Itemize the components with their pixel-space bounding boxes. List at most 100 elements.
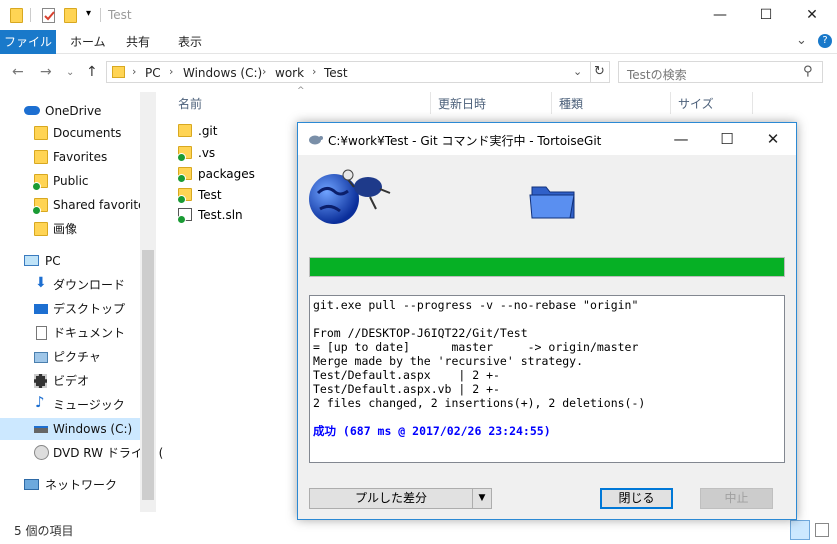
download-icon: ⬇ [35, 275, 47, 291]
nav-scroll-thumb[interactable] [142, 250, 154, 500]
nav-item-label: Public [53, 174, 89, 188]
search-placeholder: Testの検索 [627, 68, 687, 82]
column-divider[interactable] [752, 92, 753, 114]
nav-item-label: Shared favorites [53, 198, 152, 212]
progress-bar-fill [310, 258, 784, 276]
address-bar[interactable]: › PC › Windows (C:) › work › Test ⌄ ↻ [106, 61, 610, 83]
breadcrumb-separator: › [169, 65, 174, 78]
expand-ribbon-icon[interactable]: ⌄ [796, 33, 807, 48]
log-line: git.exe pull --progress -v --no-rebase "… [313, 298, 639, 312]
dialog-titlebar: C:¥work¥Test - Git コマンド実行中 - TortoiseGit… [298, 123, 796, 155]
file-name: Test [198, 188, 222, 202]
back-icon[interactable]: ← [12, 64, 24, 80]
new-folder-icon[interactable] [64, 8, 77, 23]
tab-file[interactable]: ファイル [0, 30, 56, 54]
desktop-icon [34, 304, 48, 314]
minimize-button[interactable]: — [698, 4, 742, 26]
navigation-pane: OneDrive Documents Favorites Public Shar… [0, 92, 163, 512]
git-clean-badge-icon [177, 195, 186, 204]
column-divider[interactable] [551, 92, 552, 114]
refresh-icon[interactable]: ↻ [594, 64, 605, 79]
column-header-size[interactable]: サイズ [678, 95, 714, 112]
dialog-close-button[interactable]: ✕ [750, 123, 796, 155]
tab-share[interactable]: 共有 [116, 30, 160, 54]
breadcrumb-separator: › [132, 65, 137, 78]
file-name: .vs [198, 146, 216, 160]
column-divider[interactable] [430, 92, 431, 114]
command-output-log[interactable]: git.exe pull --progress -v --no-rebase "… [309, 295, 785, 463]
file-name: packages [198, 167, 255, 181]
large-icons-view-icon[interactable] [815, 523, 829, 537]
breadcrumb-work[interactable]: work [275, 66, 304, 80]
nav-item-windows-c[interactable]: Windows (C:) [0, 418, 140, 440]
git-clean-badge-icon [177, 153, 186, 162]
computer-icon [24, 255, 39, 266]
forward-icon[interactable]: → [40, 64, 52, 80]
up-icon[interactable]: ↑ [86, 64, 98, 80]
drive-icon [34, 426, 48, 433]
address-dropdown-icon[interactable]: ⌄ [573, 65, 582, 78]
recent-locations-icon[interactable]: ⌄ [66, 67, 74, 78]
log-line: Merge made by the 'recursive' strategy. [313, 354, 584, 368]
nav-item-label: Favorites [53, 150, 108, 164]
customize-quick-access-icon[interactable]: ▾ [86, 8, 91, 19]
nav-item-label: ビデオ [53, 374, 90, 388]
nav-item-label: ダウンロード [53, 278, 126, 292]
nav-item-label: OneDrive [45, 104, 102, 118]
git-clean-badge-icon [177, 215, 186, 224]
maximize-button[interactable]: ☐ [744, 4, 788, 26]
pictures-icon [34, 352, 48, 363]
window-title: Test [108, 8, 132, 22]
folder-icon [178, 124, 192, 137]
item-count: 5 個の項目 [14, 524, 74, 538]
abort-button: 中止 [700, 488, 773, 509]
git-clean-badge-icon [177, 174, 186, 183]
close-dialog-button[interactable]: 閉じる [600, 488, 673, 509]
column-header-modified[interactable]: 更新日時 [438, 95, 486, 112]
pulled-diff-button[interactable]: プルした差分 [309, 488, 473, 509]
nav-item-label: Documents [53, 126, 122, 140]
column-header-type[interactable]: 種類 [559, 95, 583, 112]
network-icon [24, 479, 39, 490]
dialog-title: C:¥work¥Test - Git コマンド実行中 - TortoiseGit [328, 134, 602, 148]
dialog-minimize-button[interactable]: — [658, 123, 704, 155]
tab-home[interactable]: ホーム [60, 30, 116, 54]
properties-icon[interactable] [42, 8, 55, 23]
nav-item-label: ドキュメント [53, 326, 126, 340]
folder-icon [112, 66, 125, 78]
breadcrumb-pc[interactable]: PC [145, 66, 161, 80]
music-icon: ♪ [35, 393, 45, 411]
details-view-icon[interactable] [790, 520, 810, 540]
folder-icon [10, 8, 23, 23]
toolbar-divider [100, 8, 101, 22]
column-header-name[interactable]: 名前 [178, 95, 202, 112]
search-icon[interactable]: ⚲ [803, 64, 813, 79]
dvd-icon [34, 445, 49, 460]
nav-item-label: ピクチャ [53, 350, 101, 364]
log-line: From //DESKTOP-J6IQT22/Git/Test [313, 326, 528, 340]
globe-tortoise-icon [308, 165, 394, 227]
nav-item-label: PC [45, 254, 61, 268]
search-input[interactable]: Testの検索 ⚲ [618, 61, 823, 83]
log-line: 2 files changed, 2 insertions(+), 2 dele… [313, 396, 646, 410]
tortoisegit-progress-dialog: C:¥work¥Test - Git コマンド実行中 - TortoiseGit… [297, 122, 797, 520]
toolbar-divider [30, 8, 31, 22]
column-divider[interactable] [670, 92, 671, 114]
close-button[interactable]: ✕ [790, 4, 834, 26]
status-bar: 5 個の項目 [0, 520, 837, 544]
address-divider [590, 62, 591, 82]
window-titlebar: ▾ Test — ☐ ✕ [0, 0, 837, 30]
help-icon[interactable]: ? [818, 34, 832, 48]
tab-view[interactable]: 表示 [168, 30, 212, 54]
folder-icon [34, 222, 48, 236]
log-line: = [up to date] master -> origin/master [313, 340, 639, 354]
dialog-maximize-button[interactable]: ☐ [704, 123, 750, 155]
document-icon [36, 326, 47, 340]
result-line: 成功 (687 ms @ 2017/02/26 23:24:55) [313, 424, 551, 438]
breadcrumb-drive[interactable]: Windows (C:) [183, 66, 262, 80]
nav-item-label: デスクトップ [53, 302, 126, 316]
log-line: Test/Default.aspx | 2 +- [313, 368, 500, 382]
pulled-diff-dropdown-icon[interactable]: ▼ [472, 488, 492, 509]
breadcrumb-test[interactable]: Test [324, 66, 348, 80]
file-name: .git [198, 124, 218, 138]
